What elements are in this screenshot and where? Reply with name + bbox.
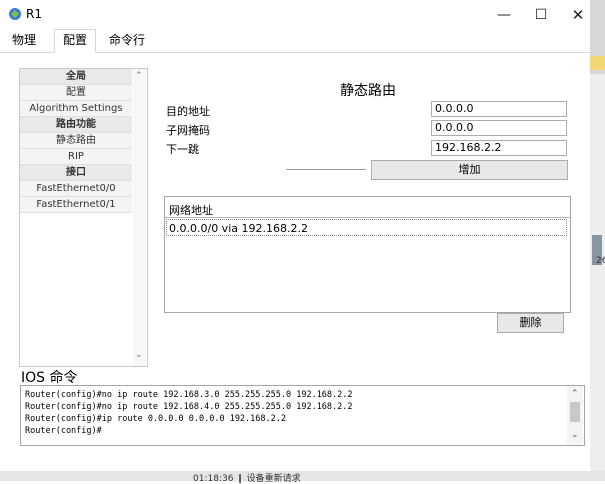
divider [286,169,366,170]
background-edge-text: 26 [596,256,605,266]
console-line: Router(config)#ip route 0.0.0.0 0.0.0.0 … [25,414,286,424]
close-button[interactable]: ✕ [563,4,593,26]
window-title: R1 [26,7,42,21]
console-line: Router(config)#no ip route 192.168.3.0 2… [25,390,353,400]
background-status-strip [0,471,605,481]
sidebar-item-global[interactable]: 全局 [20,69,132,85]
next-hop-input[interactable] [431,140,567,156]
delete-route-button[interactable]: 删除 [497,313,564,333]
tab-physical[interactable]: 物理 [4,30,44,51]
console-scroll-thumb[interactable] [570,402,580,422]
sidebar-item-algorithm-settings[interactable]: Algorithm Settings [20,101,132,117]
router-app-icon [9,8,21,20]
scroll-down-icon[interactable]: ⌄ [571,430,579,440]
title-bar: R1 — ☐ ✕ [0,0,590,30]
console-line: Router(config)#no ip route 192.168.4.0 2… [25,402,353,412]
tab-bar: 物理 配置 命令行 [0,29,590,53]
dest-address-label: 目的地址 [166,105,210,118]
console-line: Router(config)# [25,426,102,436]
route-list-item[interactable]: 0.0.0.0/0 via 192.168.2.2 [166,219,567,236]
sidebar-item-settings[interactable]: 配置 [20,85,132,101]
sidebar-scrollbar[interactable]: ⌃ ⌄ [133,69,146,366]
minimize-button[interactable]: — [489,4,519,26]
sidebar-item-interface[interactable]: 接口 [20,165,132,181]
background-status-text: 01:18:36 ❙ 设备重新请求 [193,474,301,484]
sidebar-item-fastethernet0-1[interactable]: FastEthernet0/1 [20,197,132,213]
background-panel [590,74,605,474]
subnet-mask-label: 子网掩码 [166,124,210,137]
dest-address-input[interactable] [431,101,567,117]
add-route-button[interactable]: 增加 [371,160,568,180]
sidebar-item-routing[interactable]: 路由功能 [20,117,132,133]
ios-command-console[interactable]: Router(config)#no ip route 192.168.3.0 2… [20,385,585,446]
tab-config[interactable]: 配置 [54,29,96,53]
next-hop-label: 下一跳 [166,143,199,156]
scroll-up-icon[interactable]: ⌃ [135,71,143,81]
maximize-button[interactable]: ☐ [526,4,556,26]
static-route-title: 静态路由 [340,83,396,99]
ios-command-label: IOS 命令 [21,370,78,386]
background-desktop-strip [590,0,605,481]
tab-cli[interactable]: 命令行 [104,30,150,51]
network-address-list: 网络地址 0.0.0.0/0 via 192.168.2.2 [164,196,571,313]
scroll-down-icon[interactable]: ⌄ [135,350,143,360]
subnet-mask-input[interactable] [431,120,567,136]
network-address-header: 网络地址 [169,204,213,217]
sidebar-item-rip[interactable]: RIP [20,149,132,165]
scroll-up-icon[interactable]: ⌃ [571,389,579,399]
console-scrollbar[interactable]: ⌃ ⌄ [567,386,583,445]
list-header-divider [165,217,570,218]
background-highlight [590,56,605,70]
sidebar-item-fastethernet0-0[interactable]: FastEthernet0/0 [20,181,132,197]
sidebar-item-static-route[interactable]: 静态路由 [20,133,132,149]
config-sidebar: 全局 配置 Algorithm Settings 路由功能 静态路由 RIP 接… [19,68,148,367]
